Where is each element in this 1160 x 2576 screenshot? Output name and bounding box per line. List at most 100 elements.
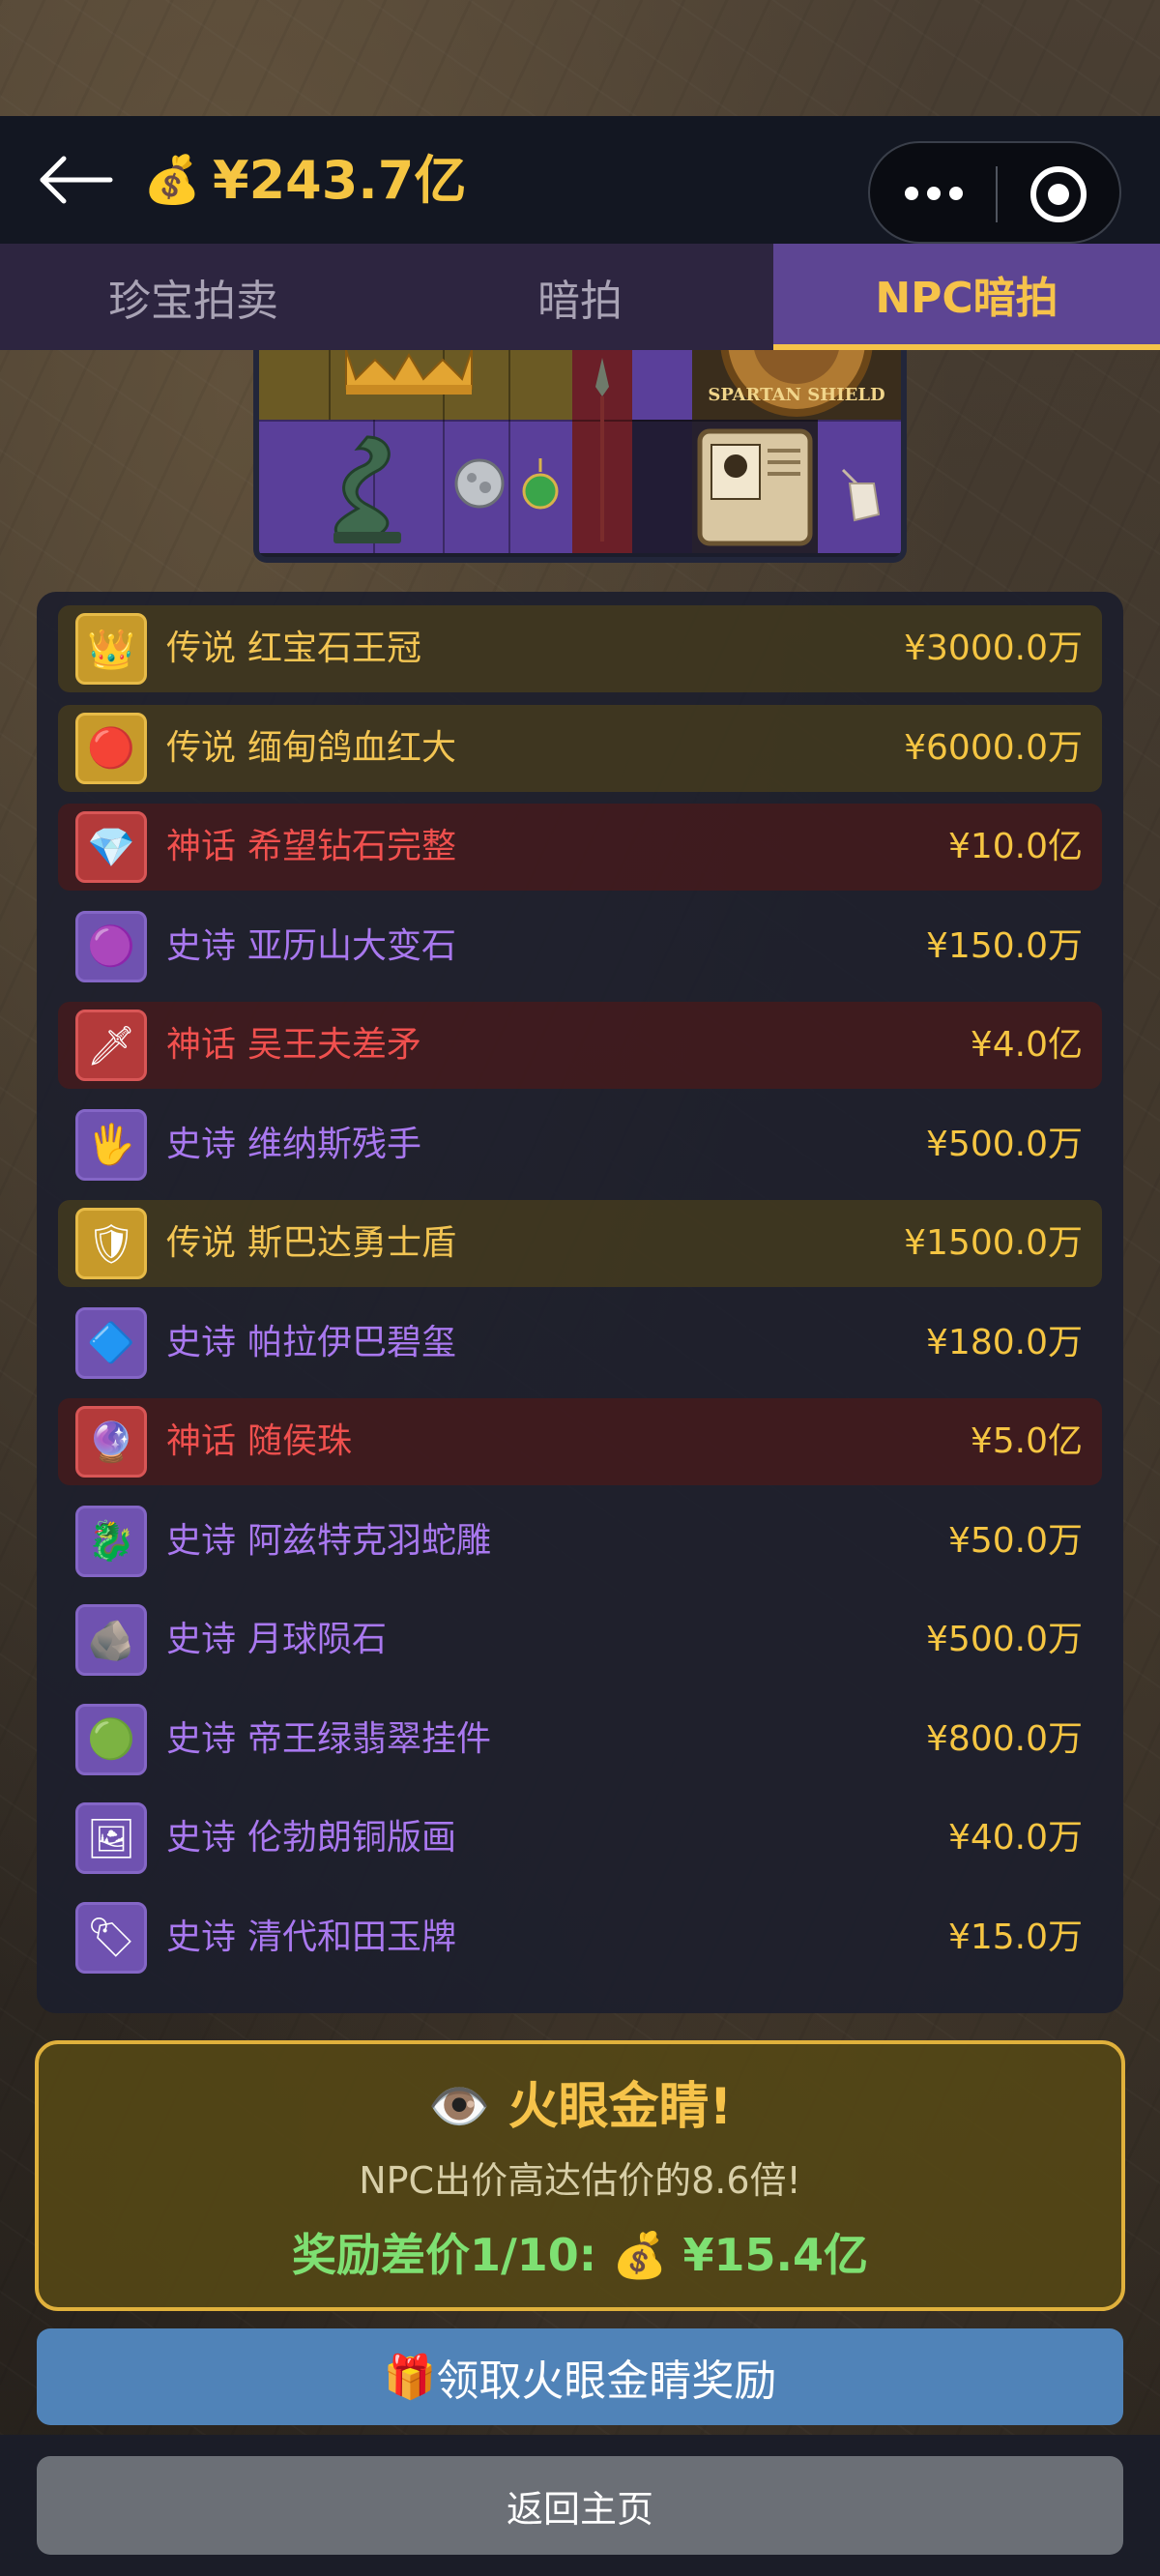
pearl-icon: 🔮: [75, 1406, 147, 1478]
item-price: ¥3000.0万: [904, 629, 1083, 668]
item-row[interactable]: 🔴 传说 缅甸鸽血红大 ¥6000.0万: [58, 704, 1102, 792]
back-arrow-icon[interactable]: [37, 155, 114, 205]
lot-grid: SPARTAN SHIELD: [253, 350, 907, 563]
item-rarity: 神话: [166, 827, 237, 866]
balance-amount: ¥243.7亿: [213, 150, 467, 211]
item-price: ¥1500.0万: [904, 1223, 1083, 1263]
item-row[interactable]: 🔮 神话 随侯珠 ¥5.0亿: [58, 1398, 1102, 1485]
meteorite-icon: 🪨: [75, 1604, 147, 1676]
shield-label: SPARTAN SHIELD: [708, 385, 885, 405]
money-bag-icon: 💰: [612, 2229, 683, 2281]
home-button-label: 返回主页: [506, 2487, 653, 2531]
mini-program-capsule: [868, 141, 1121, 244]
item-price: ¥150.0万: [926, 925, 1083, 966]
item-rarity: 传说: [166, 629, 237, 668]
reward-amount-label: 奖励差价1/10:: [291, 2229, 597, 2281]
reward-amount-line: 奖励差价1/10: 💰 ¥15.4亿: [39, 2224, 1121, 2286]
tab-bar: 珍宝拍卖 暗拍 NPC暗拍: [0, 244, 1160, 350]
reward-box: 👁️ 火眼金睛! NPC出价高达估价的8.6倍! 奖励差价1/10: 💰 ¥15…: [35, 2040, 1125, 2311]
item-row[interactable]: 💎 神话 希望钻石完整 ¥10.0亿: [58, 804, 1102, 891]
item-list-panel: 👑 传说 红宝石王冠 ¥3000.0万 🔴 传说 缅甸鸽血红大 ¥6000.0万 💎 神话 希望钻石…: [37, 592, 1123, 2013]
item-row[interactable]: 🪨 史诗 月球陨石 ¥500.0万: [58, 1596, 1102, 1683]
item-price: ¥180.0万: [926, 1322, 1083, 1362]
item-name: 斯巴达勇士盾: [247, 1223, 457, 1263]
more-icon[interactable]: [905, 178, 963, 207]
item-price: ¥4.0亿: [970, 1025, 1083, 1065]
etching-icon: [697, 428, 813, 546]
item-rarity: 传说: [166, 1223, 237, 1263]
item-price: ¥50.0万: [947, 1520, 1083, 1561]
diamond-icon: 💎: [75, 811, 147, 883]
item-price: ¥800.0万: [926, 1718, 1083, 1759]
jade-tablet-icon: [841, 468, 881, 522]
item-rarity: 史诗: [166, 1520, 237, 1561]
spear-icon: [595, 358, 609, 542]
serpent-statue-icon: 🐉: [75, 1505, 147, 1577]
etching-icon: 🖼: [75, 1802, 147, 1874]
item-price: ¥500.0万: [926, 1620, 1083, 1659]
statue-hand-icon: 🖐: [75, 1108, 147, 1181]
serpent-statue-icon: [334, 435, 401, 543]
shield-icon: 🛡: [75, 1208, 147, 1279]
jade-pendant-icon: [522, 458, 559, 510]
crown-icon: 👑: [75, 613, 147, 685]
item-price: ¥15.0万: [947, 1917, 1083, 1957]
item-price: ¥500.0万: [926, 1124, 1083, 1164]
item-row[interactable]: 🖼 史诗 伦勃朗铜版画 ¥40.0万: [58, 1795, 1102, 1882]
claim-reward-button[interactable]: 🎁 领取火眼金睛奖励: [37, 2328, 1123, 2425]
jade-tablet-icon: 🏷: [75, 1901, 147, 1974]
item-price: ¥5.0亿: [970, 1421, 1083, 1461]
item-row[interactable]: 🟢 史诗 帝王绿翡翠挂件 ¥800.0万: [58, 1696, 1102, 1783]
item-price: ¥10.0亿: [947, 827, 1083, 866]
grid-cell-dark: [632, 420, 692, 553]
item-rarity: 神话: [166, 1025, 237, 1065]
item-name: 伦勃朗铜版画: [247, 1818, 457, 1858]
meteorite-icon: [454, 458, 505, 509]
item-row[interactable]: 🗡 神话 吴王夫差矛 ¥4.0亿: [58, 1002, 1102, 1089]
item-name: 缅甸鸽血红大: [247, 727, 457, 768]
tab-blind-auction[interactable]: 暗拍: [387, 244, 773, 350]
claim-button-label: 领取火眼金睛奖励: [436, 2356, 777, 2406]
item-price: ¥6000.0万: [904, 727, 1083, 768]
tourmaline-icon: 🔷: [75, 1306, 147, 1379]
tab-npc-blind-auction[interactable]: NPC暗拍: [773, 244, 1160, 350]
item-rarity: 史诗: [166, 1818, 237, 1858]
close-target-icon[interactable]: [1030, 166, 1087, 222]
item-name: 红宝石王冠: [247, 629, 422, 668]
item-row[interactable]: 🏷 史诗 清代和田玉牌 ¥15.0万: [58, 1894, 1102, 1981]
reward-title: 火眼金睛!: [508, 2078, 733, 2136]
item-rarity: 神话: [166, 1421, 237, 1461]
item-name: 希望钻石完整: [247, 827, 457, 866]
item-name: 阿兹特克羽蛇雕: [247, 1520, 492, 1561]
item-row[interactable]: 👑 传说 红宝石王冠 ¥3000.0万: [58, 605, 1102, 692]
item-name: 清代和田玉牌: [247, 1917, 457, 1957]
return-home-button[interactable]: 返回主页: [37, 2456, 1123, 2555]
spear-icon: 🗡: [75, 1010, 147, 1081]
item-name: 亚历山大变石: [247, 925, 457, 966]
item-name: 帝王绿翡翠挂件: [247, 1718, 492, 1759]
jade-pendant-icon: 🟢: [75, 1703, 147, 1775]
capsule-divider: [996, 166, 998, 222]
item-rarity: 史诗: [166, 1917, 237, 1957]
item-name: 月球陨石: [247, 1620, 388, 1659]
tab-treasure-auction[interactable]: 珍宝拍卖: [0, 244, 387, 350]
item-rarity: 史诗: [166, 1718, 237, 1759]
eye-icon: 👁️: [427, 2078, 508, 2136]
reward-title-line: 👁️ 火眼金睛!: [39, 2073, 1121, 2141]
item-name: 吴王夫差矛: [247, 1025, 422, 1065]
reward-amount: ¥15.4亿: [682, 2229, 869, 2281]
ruby-icon: 🔴: [75, 712, 147, 784]
shield-icon: [720, 350, 873, 417]
gift-icon: 🎁: [383, 2353, 437, 2402]
grid-cell-empty: [632, 350, 692, 420]
item-row[interactable]: 🐉 史诗 阿兹特克羽蛇雕 ¥50.0万: [58, 1498, 1102, 1585]
item-row[interactable]: 🟣 史诗 亚历山大变石 ¥150.0万: [58, 903, 1102, 990]
item-rarity: 史诗: [166, 1322, 237, 1362]
item-price: ¥40.0万: [947, 1818, 1083, 1858]
item-row[interactable]: 🖐 史诗 维纳斯残手 ¥500.0万: [58, 1101, 1102, 1188]
gem-icon: 🟣: [75, 910, 147, 982]
item-rarity: 史诗: [166, 1620, 237, 1659]
item-row[interactable]: 🔷 史诗 帕拉伊巴碧玺 ¥180.0万: [58, 1300, 1102, 1387]
item-row[interactable]: 🛡 传说 斯巴达勇士盾 ¥1500.0万: [58, 1200, 1102, 1287]
item-rarity: 传说: [166, 727, 237, 768]
